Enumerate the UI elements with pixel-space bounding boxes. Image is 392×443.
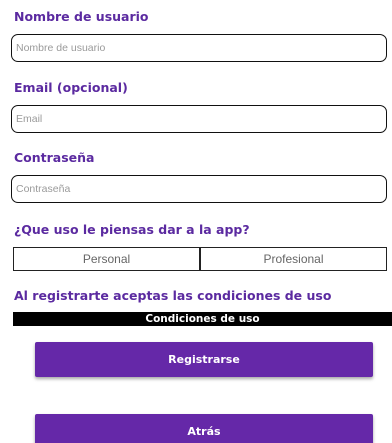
register-button[interactable]: Registrarse bbox=[35, 342, 373, 377]
password-input[interactable] bbox=[11, 175, 387, 203]
terms-notice: Al registrarte aceptas las condiciones d… bbox=[14, 288, 332, 303]
usage-option-profesional[interactable]: Profesional bbox=[199, 248, 386, 270]
register-form: Nombre de usuario Email (opcional) Contr… bbox=[0, 0, 392, 443]
terms-button[interactable]: Condiciones de uso bbox=[13, 312, 392, 326]
usage-segmented-control: Personal Profesional bbox=[13, 247, 387, 271]
usage-question-label: ¿Que uso le piensas dar a la app? bbox=[14, 222, 250, 237]
back-button[interactable]: Atrás bbox=[35, 414, 373, 443]
email-label: Email (opcional) bbox=[14, 80, 128, 95]
email-input[interactable] bbox=[11, 105, 387, 133]
username-input[interactable] bbox=[11, 34, 387, 62]
username-label: Nombre de usuario bbox=[14, 9, 149, 24]
usage-option-personal[interactable]: Personal bbox=[14, 248, 199, 270]
password-label: Contraseña bbox=[14, 150, 95, 165]
